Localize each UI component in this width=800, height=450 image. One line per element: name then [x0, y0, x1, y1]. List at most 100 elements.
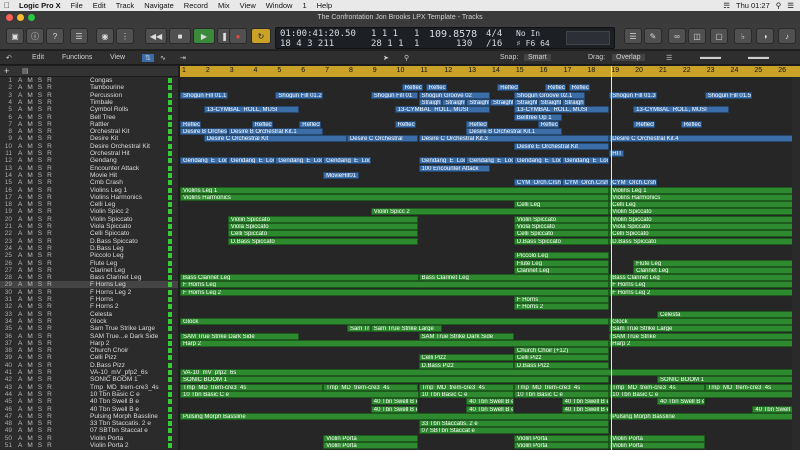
region[interactable]: Tmp_MD_trem-cre3_4s — [704, 383, 792, 391]
region[interactable]: Sam Tr — [346, 325, 371, 333]
track-name[interactable]: Rattler — [90, 121, 166, 128]
track-buttons[interactable]: AMSR — [18, 260, 57, 267]
region[interactable]: Desire B Orchestral Kit.1 — [466, 128, 562, 136]
track-name[interactable]: Movie Hit — [90, 172, 166, 179]
track-name[interactable]: Desire Orchestral Kit — [90, 143, 166, 150]
track-buttons[interactable]: AMSR — [18, 318, 57, 325]
region[interactable]: Flute Leg — [633, 259, 792, 267]
region[interactable]: F Horns Leg — [180, 281, 610, 289]
track-header[interactable]: 39 AMSR Celli Pizz — [0, 354, 178, 361]
menu-track[interactable]: Track — [111, 1, 139, 10]
region[interactable]: Bass Clarinet Leg — [609, 274, 792, 282]
track-buttons[interactable]: AMSR — [18, 340, 57, 347]
track-name[interactable]: Orchestral Hit — [90, 150, 166, 157]
track-header[interactable]: 17 AMSR Violins Harmonics — [0, 194, 178, 201]
region[interactable]: Flute Leg — [513, 259, 610, 267]
track-name[interactable]: Piccolo Leg — [90, 252, 166, 259]
functions-menu[interactable]: Functions — [62, 54, 92, 61]
region[interactable]: Violin Spiccato — [513, 215, 610, 223]
flex-button[interactable]: ∿ — [160, 54, 166, 62]
track-name[interactable]: Church Choir — [90, 347, 166, 354]
track-buttons[interactable]: AMSR — [18, 135, 57, 142]
track-name[interactable]: Tmp_MD_trem-cre3_4s — [90, 384, 166, 391]
track-header[interactable]: 20 AMSR Violin Spiccato — [0, 216, 178, 223]
track-buttons[interactable]: AMSR — [18, 296, 57, 303]
track-name[interactable]: Violins Leg 1 — [90, 187, 166, 194]
track-buttons[interactable]: AMSR — [18, 369, 57, 376]
track-buttons[interactable]: AMSR — [18, 333, 57, 340]
catch-button[interactable]: ⇥ — [180, 54, 186, 62]
track-name[interactable]: F Horns — [90, 296, 166, 303]
region[interactable]: Shogun Fill 01 — [370, 91, 419, 99]
track-buttons[interactable]: AMSR — [18, 354, 57, 361]
region[interactable]: Harp 2 — [180, 339, 610, 347]
menu-mix[interactable]: Mix — [213, 1, 235, 10]
track-buttons[interactable]: AMSR — [18, 252, 57, 259]
track-header[interactable]: 37 AMSR Harp 2 — [0, 340, 178, 347]
track-header[interactable]: 30 AMSR F Horns Leg 2 — [0, 289, 178, 296]
region[interactable]: F Horns — [513, 296, 610, 303]
track-name[interactable]: Celli Pizz — [90, 354, 166, 361]
track-buttons[interactable]: AMSR — [18, 172, 57, 179]
region[interactable]: Straight — [442, 98, 467, 106]
region[interactable]: D.Bass Spiccato — [513, 237, 610, 245]
menu-help[interactable]: Help — [312, 1, 337, 10]
region[interactable]: MovieHit01 — [323, 171, 359, 179]
region[interactable]: Reflecti — [299, 120, 321, 128]
region[interactable]: 40 Tbn Swell B e — [370, 398, 419, 406]
cpu-meter[interactable] — [566, 31, 610, 45]
track-header[interactable]: 35 AMSR Sam True Strike Large — [0, 325, 178, 332]
track-header[interactable]: 11 AMSR Orchestral Hit — [0, 150, 178, 157]
track-buttons[interactable]: AMSR — [18, 77, 57, 84]
region[interactable]: 13-CYMBAL_ROLL, MUSI — [633, 106, 729, 114]
track-name[interactable]: D.Bass Spiccato — [90, 238, 166, 245]
region[interactable]: Desire C Orchestral Kit — [203, 135, 347, 143]
region[interactable]: Violin Porta — [609, 442, 705, 449]
track-header[interactable]: 2 AMSR Tambourine — [0, 84, 178, 91]
region[interactable]: Violin Spiccato — [609, 215, 792, 223]
track-buttons[interactable]: AMSR — [18, 150, 57, 157]
track-buttons[interactable]: AMSR — [18, 406, 57, 413]
region[interactable]: Gendang_E_Loo — [466, 157, 514, 165]
track-header[interactable]: 27 AMSR Clarinet Leg — [0, 267, 178, 274]
region[interactable]: 100 Encounter Attack — [418, 164, 491, 172]
region[interactable]: CYM_Orch.Crsh.2 — [609, 179, 657, 187]
quick-help-button[interactable]: ? — [46, 28, 64, 44]
region[interactable]: Shogun Fill 01.1 — [180, 91, 228, 99]
lcd-display[interactable]: 01:00:41:20.50 18 4 3 211 1 1 1 28 1 1 1… — [275, 27, 615, 49]
region[interactable]: F Horns Leg — [609, 281, 792, 289]
region[interactable]: Clarinet Leg — [513, 266, 610, 274]
region[interactable]: SAM True Strike Dark Side — [180, 332, 300, 340]
track-name[interactable]: F Horns Leg — [90, 281, 166, 288]
region[interactable]: Sam True Strike Large — [370, 325, 443, 333]
track-header[interactable]: 45 AMSR 40 Tbn Swell B e — [0, 398, 178, 405]
region[interactable]: Gendang_E_Loo — [513, 157, 562, 165]
smart-controls-button[interactable]: ◉ — [96, 28, 114, 44]
track-buttons[interactable]: AMSR — [18, 216, 57, 223]
track-buttons[interactable]: AMSR — [18, 223, 57, 230]
drag-dropdown[interactable]: Overlap — [612, 54, 645, 61]
track-buttons[interactable]: AMSR — [18, 413, 57, 420]
region[interactable]: SONIC BOOM 1 — [180, 376, 610, 384]
track-buttons[interactable]: AMSR — [18, 165, 57, 172]
region[interactable]: CYM_Orch.Crsh.1 — [561, 179, 610, 187]
track-buttons[interactable]: AMSR — [18, 245, 57, 252]
vertical-scrollbar[interactable] — [792, 77, 800, 450]
bar-ruler[interactable]: 1 2 3 4 5 6 7 8 9 10 11 12 13 14 15 16 17 18 19 20 21 22 23 24 2… — [180, 66, 800, 77]
track-buttons[interactable]: AMSR — [18, 362, 57, 369]
track-buttons[interactable]: AMSR — [18, 99, 57, 106]
track-name[interactable]: Bell Tree — [90, 114, 166, 121]
track-buttons[interactable]: AMSR — [18, 391, 57, 398]
region[interactable]: CYM_Orch.Crsh — [513, 179, 562, 187]
region[interactable]: Glock — [180, 317, 610, 325]
region[interactable]: Celli Leg — [513, 201, 610, 209]
region[interactable]: Violin Spiccato — [609, 208, 792, 216]
track-buttons[interactable]: AMSR — [18, 274, 57, 281]
region[interactable]: Glock — [609, 317, 792, 325]
region[interactable]: Celesta — [657, 310, 792, 318]
track-buttons[interactable]: AMSR — [18, 201, 57, 208]
region[interactable]: Tmp_MD_trem-cre3_4s — [323, 383, 419, 391]
track-header[interactable]: 21 AMSR Viola Spiccato — [0, 223, 178, 230]
track-header[interactable]: 49 AMSR 07 SBTbn Staccat e — [0, 427, 178, 434]
menu-navigate[interactable]: Navigate — [139, 1, 179, 10]
